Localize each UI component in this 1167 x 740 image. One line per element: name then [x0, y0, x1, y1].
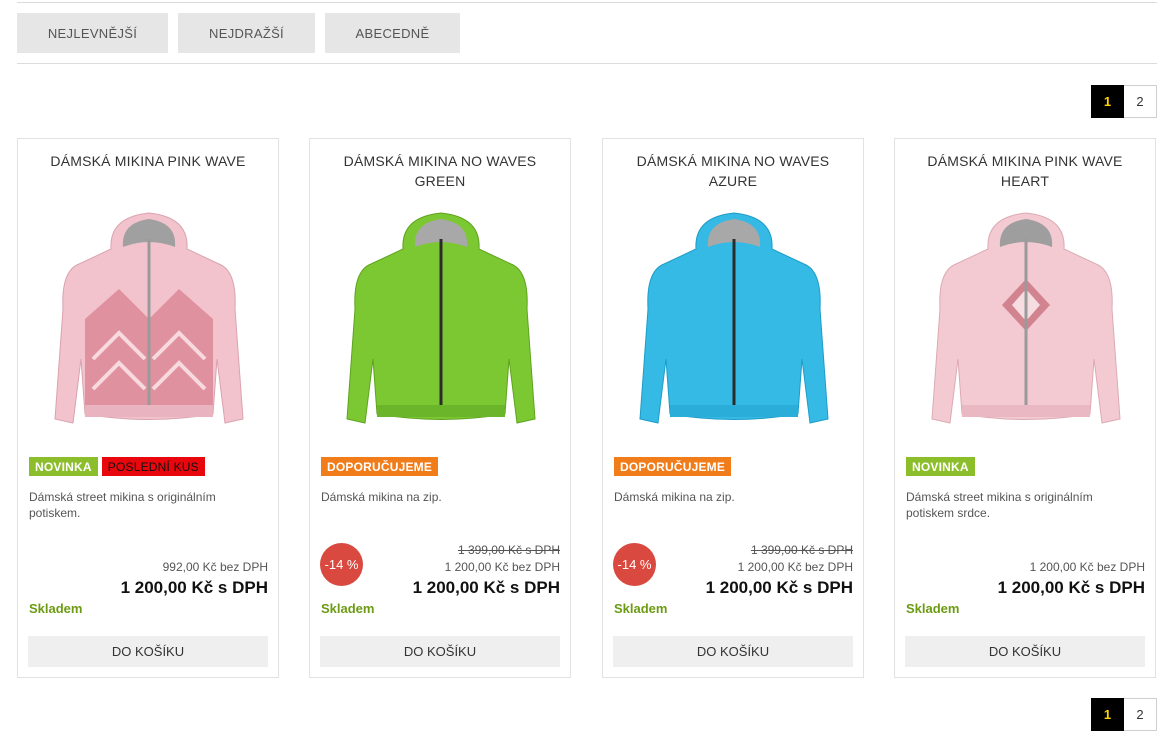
product-image[interactable] — [341, 209, 541, 444]
add-to-cart-button[interactable]: DO KOŠÍKU — [28, 636, 268, 667]
page-1-button[interactable]: 1 — [1091, 85, 1124, 118]
label-new: NOVINKA — [906, 457, 975, 476]
stock-status: Skladem — [906, 601, 960, 616]
price-with-vat: 1 200,00 Kč s DPH — [412, 578, 560, 597]
price-with-vat: 1 200,00 Kč s DPH — [705, 578, 853, 597]
price-original: 1 399,00 Kč s DPH — [750, 543, 853, 557]
product-card: DÁMSKÁ MIKINA PINK WAVE NOVINKA POSLEDNÍ… — [17, 138, 279, 678]
sort-alphabetical-button[interactable]: ABECEDNĚ — [325, 13, 460, 53]
product-title[interactable]: DÁMSKÁ MIKINA PINK WAVE — [32, 151, 264, 171]
price-with-vat: 1 200,00 Kč s DPH — [120, 578, 268, 597]
product-description: Dámská mikina na zip. — [321, 490, 442, 504]
sort-divider — [17, 63, 1157, 64]
pagination-bottom: 1 2 — [1091, 698, 1157, 731]
page-2-button[interactable]: 2 — [1124, 698, 1157, 731]
stock-status: Skladem — [29, 601, 83, 616]
price-with-vat: 1 200,00 Kč s DPH — [997, 578, 1145, 597]
product-labels: DOPORUČUJEME — [321, 457, 439, 476]
product-labels: NOVINKA — [906, 457, 975, 476]
stock-status: Skladem — [321, 601, 375, 616]
price-without-vat: 992,00 Kč bez DPH — [162, 560, 268, 574]
price-without-vat: 1 200,00 Kč bez DPH — [444, 560, 560, 574]
product-card: DÁMSKÁ MIKINA PINK WAVE HEART NOVINKA Dá… — [894, 138, 1156, 678]
discount-badge: -14 % — [320, 543, 363, 586]
product-image[interactable] — [49, 209, 249, 444]
add-to-cart-button[interactable]: DO KOŠÍKU — [905, 636, 1145, 667]
add-to-cart-button[interactable]: DO KOŠÍKU — [320, 636, 560, 667]
product-image[interactable] — [926, 209, 1126, 444]
add-to-cart-button[interactable]: DO KOŠÍKU — [613, 636, 853, 667]
page-2-button[interactable]: 2 — [1124, 85, 1157, 118]
sort-cheapest-button[interactable]: NEJLEVNĚJŠÍ — [17, 13, 168, 53]
label-recommended: DOPORUČUJEME — [321, 457, 439, 476]
sort-bar: NEJLEVNĚJŠÍ NEJDRAŽŠÍ ABECEDNĚ — [17, 13, 460, 53]
label-last-piece: POSLEDNÍ KUS — [101, 457, 205, 476]
product-title[interactable]: DÁMSKÁ MIKINA PINK WAVE HEART — [909, 151, 1141, 191]
label-recommended: DOPORUČUJEME — [614, 457, 732, 476]
product-image[interactable] — [634, 209, 834, 444]
top-divider — [17, 2, 1157, 3]
product-title[interactable]: DÁMSKÁ MIKINA NO WAVES AZURE — [617, 151, 849, 191]
product-description: Dámská mikina na zip. — [614, 490, 735, 504]
label-new: NOVINKA — [29, 457, 98, 476]
sort-most-expensive-button[interactable]: NEJDRAŽŠÍ — [178, 13, 315, 53]
price-without-vat: 1 200,00 Kč bez DPH — [1029, 560, 1145, 574]
stock-status: Skladem — [614, 601, 668, 616]
product-labels: NOVINKA POSLEDNÍ KUS — [29, 457, 205, 476]
product-title[interactable]: DÁMSKÁ MIKINA NO WAVES GREEN — [324, 151, 556, 191]
pagination-top: 1 2 — [1091, 85, 1157, 118]
page-1-button[interactable]: 1 — [1091, 698, 1124, 731]
product-description: Dámská street mikina s originálním potis… — [906, 490, 1093, 520]
product-description: Dámská street mikina s originálním potis… — [29, 490, 216, 520]
price-original: 1 399,00 Kč s DPH — [457, 543, 560, 557]
product-card: DÁMSKÁ MIKINA NO WAVES GREEN DOPORUČUJEM… — [309, 138, 571, 678]
product-card: DÁMSKÁ MIKINA NO WAVES AZURE DOPORUČUJEM… — [602, 138, 864, 678]
product-labels: DOPORUČUJEME — [614, 457, 732, 476]
discount-badge: -14 % — [613, 543, 656, 586]
price-without-vat: 1 200,00 Kč bez DPH — [737, 560, 853, 574]
